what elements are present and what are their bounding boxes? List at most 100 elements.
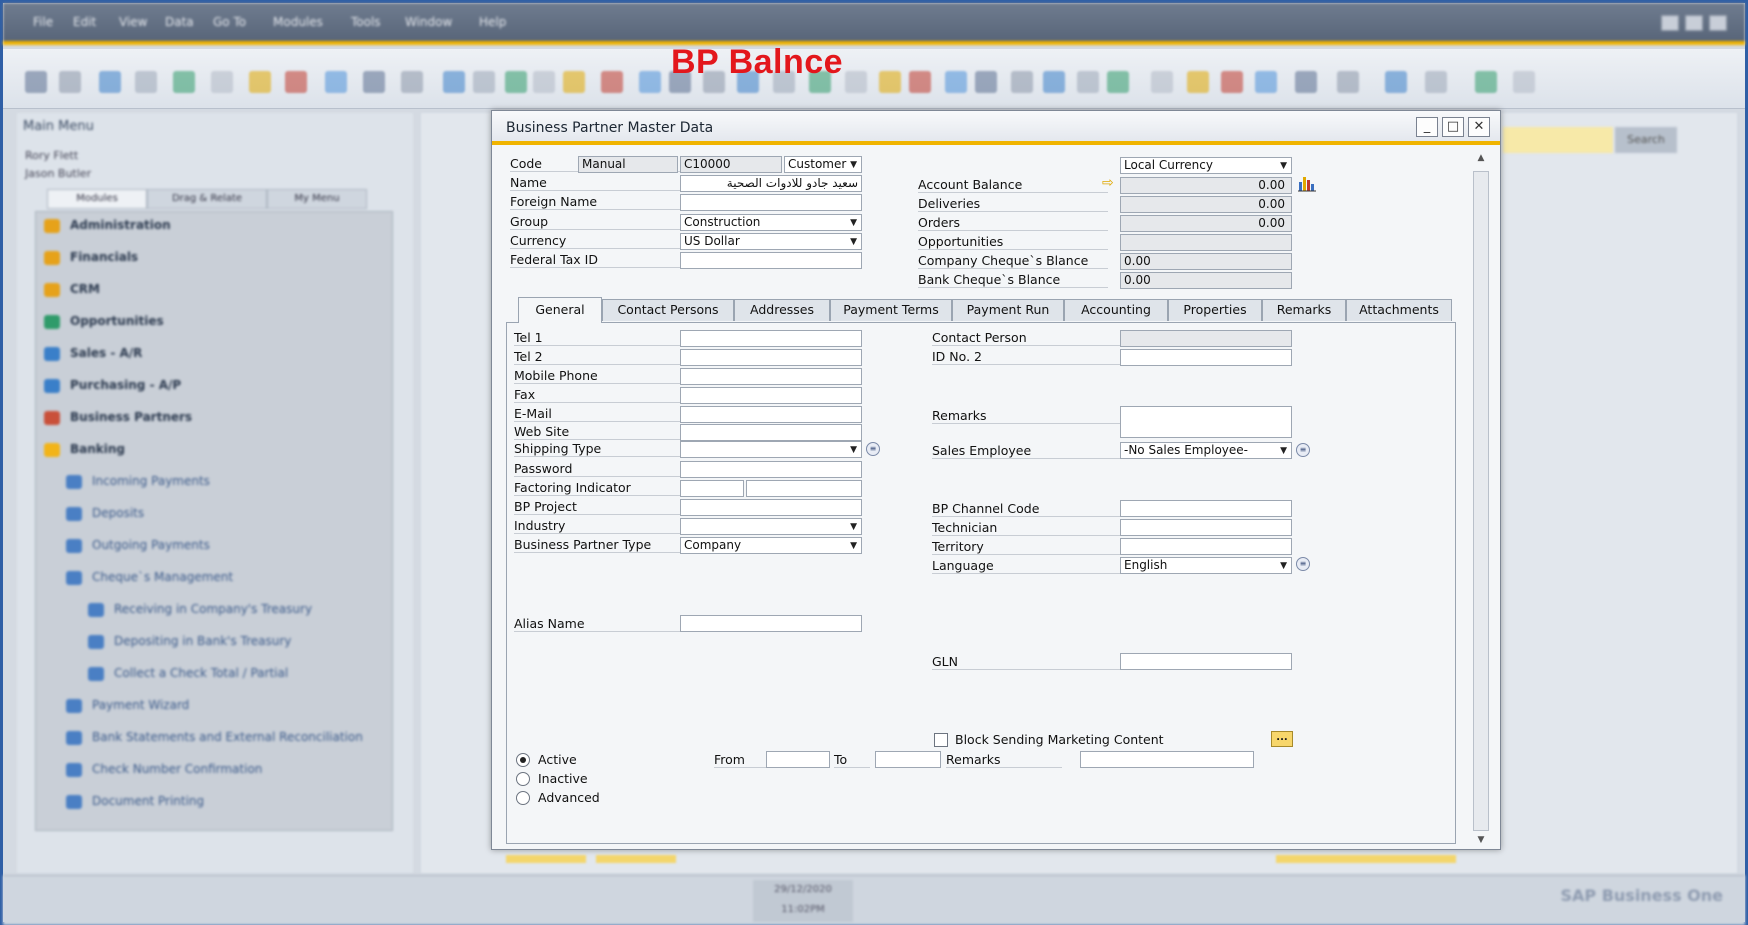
menu-help[interactable]: Help: [479, 15, 506, 29]
tel2-field[interactable]: [680, 349, 862, 366]
toolbar-button[interactable]: [1337, 71, 1359, 93]
currency-select[interactable]: US Dollar: [680, 233, 862, 250]
territory-field[interactable]: [1120, 538, 1292, 555]
toolbar-button[interactable]: [173, 71, 195, 93]
main-menu-subitem[interactable]: Receiving in Company's Treasury: [88, 602, 312, 624]
technician-field[interactable]: [1120, 519, 1292, 536]
to-date-field[interactable]: [875, 751, 941, 768]
main-menu-subitem[interactable]: Check Number Confirmation: [66, 762, 262, 784]
sales-employee-select[interactable]: -No Sales Employee-: [1120, 442, 1292, 459]
remarks-field[interactable]: [1120, 406, 1292, 438]
tab-payment-run[interactable]: Payment Run: [952, 299, 1064, 321]
toolbar-button[interactable]: [1475, 71, 1497, 93]
chart-icon[interactable]: [1298, 174, 1316, 192]
main-menu-subitem[interactable]: Incoming Payments: [66, 474, 210, 496]
toolbar-button[interactable]: [401, 71, 423, 93]
toolbar-button[interactable]: [533, 71, 555, 93]
toolbar-button[interactable]: [1077, 71, 1099, 93]
toolbar-button[interactable]: [363, 71, 385, 93]
foreign-name-field[interactable]: [680, 194, 862, 211]
website-field[interactable]: [680, 424, 862, 441]
main-menu-item[interactable]: CRM: [44, 282, 100, 304]
alias-name-field[interactable]: [680, 615, 862, 632]
toolbar-button[interactable]: [1043, 71, 1065, 93]
toolbar-button[interactable]: [879, 71, 901, 93]
menu-modules[interactable]: Modules: [273, 15, 323, 29]
tab-drag-relate[interactable]: Drag & Relate: [147, 189, 267, 209]
password-field[interactable]: [680, 461, 862, 478]
toolbar-button[interactable]: [1107, 71, 1129, 93]
toolbar-button[interactable]: [601, 71, 623, 93]
toolbar-button[interactable]: [1221, 71, 1243, 93]
link-arrow-icon[interactable]: ⇨: [1102, 175, 1114, 191]
toolbar-button[interactable]: [563, 71, 585, 93]
inactive-radio[interactable]: [516, 772, 530, 786]
toolbar-button[interactable]: [505, 71, 527, 93]
bp-project-field[interactable]: [680, 499, 862, 516]
toolbar-button[interactable]: [99, 71, 121, 93]
toolbar-button[interactable]: [1513, 71, 1535, 93]
name-field[interactable]: سعيد جادو للادوات الصحية: [680, 175, 862, 192]
toolbar-button[interactable]: [1151, 71, 1173, 93]
list-icon[interactable]: ≡: [1296, 557, 1310, 571]
code-field[interactable]: C10000: [680, 156, 782, 173]
main-menu-item[interactable]: Banking: [44, 442, 125, 464]
main-menu-subitem[interactable]: Outgoing Payments: [66, 538, 210, 560]
tab-attachments[interactable]: Attachments: [1346, 299, 1452, 321]
toolbar-button[interactable]: [211, 71, 233, 93]
main-menu-subitem[interactable]: Collect a Check Total / Partial: [88, 666, 288, 688]
tab-remarks[interactable]: Remarks: [1262, 299, 1346, 321]
menu-data[interactable]: Data: [165, 15, 194, 29]
main-menu-subitem[interactable]: Bank Statements and External Reconciliat…: [66, 730, 363, 752]
mobile-field[interactable]: [680, 368, 862, 385]
toolbar-button[interactable]: [249, 71, 271, 93]
toolbar-button[interactable]: [975, 71, 997, 93]
status-remarks-field[interactable]: [1080, 751, 1254, 768]
factoring-field-1[interactable]: [680, 480, 744, 497]
from-date-field[interactable]: [766, 751, 830, 768]
toolbar-button[interactable]: [845, 71, 867, 93]
bp-channel-code-field[interactable]: [1120, 500, 1292, 517]
app-restore-button[interactable]: [1685, 15, 1703, 31]
email-field[interactable]: [680, 406, 862, 423]
close-icon[interactable]: ✕: [1468, 117, 1490, 137]
toolbar-button[interactable]: [1385, 71, 1407, 93]
main-menu-item[interactable]: Opportunities: [44, 314, 164, 336]
advanced-radio[interactable]: [516, 791, 530, 805]
tab-contact-persons[interactable]: Contact Persons: [602, 299, 734, 321]
app-close-button[interactable]: [1709, 15, 1727, 31]
scroll-down-icon[interactable]: ▼: [1474, 835, 1488, 849]
tel1-field[interactable]: [680, 330, 862, 347]
toolbar-button[interactable]: [1187, 71, 1209, 93]
main-menu-item[interactable]: Purchasing - A/P: [44, 378, 181, 400]
toolbar-button[interactable]: [59, 71, 81, 93]
scroll-up-icon[interactable]: ▲: [1474, 153, 1488, 167]
bp-type-field[interactable]: Company: [680, 537, 862, 554]
balance-currency-select[interactable]: Local Currency: [1120, 157, 1292, 174]
maximize-icon[interactable]: □: [1442, 117, 1464, 137]
related-button[interactable]: [1276, 855, 1456, 863]
cancel-button[interactable]: [596, 855, 676, 863]
main-menu-subitem[interactable]: Cheque`s Management: [66, 570, 233, 592]
tab-addresses[interactable]: Addresses: [734, 299, 830, 321]
bp-type-select[interactable]: Customer: [784, 156, 862, 173]
tab-payment-terms[interactable]: Payment Terms: [830, 299, 952, 321]
list-icon[interactable]: ≡: [1296, 443, 1310, 457]
menu-window[interactable]: Window: [405, 15, 452, 29]
menu-edit[interactable]: Edit: [73, 15, 96, 29]
app-minimize-button[interactable]: [1661, 15, 1679, 31]
main-menu-subitem[interactable]: Deposits: [66, 506, 144, 528]
toolbar-button[interactable]: [945, 71, 967, 93]
main-menu-item[interactable]: Business Partners: [44, 410, 192, 432]
toolbar-button[interactable]: [1295, 71, 1317, 93]
shipping-type-select[interactable]: [680, 441, 862, 458]
active-radio[interactable]: [516, 753, 530, 767]
tab-my-menu[interactable]: My Menu: [267, 189, 367, 209]
ok-button[interactable]: [506, 855, 586, 863]
menu-tools[interactable]: Tools: [351, 15, 381, 29]
main-menu-subitem[interactable]: Depositing in Bank's Treasury: [88, 634, 291, 656]
tab-general[interactable]: General: [518, 297, 602, 323]
menu-file[interactable]: File: [33, 15, 53, 29]
menu-goto[interactable]: Go To: [213, 15, 246, 29]
toolbar-button[interactable]: [473, 71, 495, 93]
